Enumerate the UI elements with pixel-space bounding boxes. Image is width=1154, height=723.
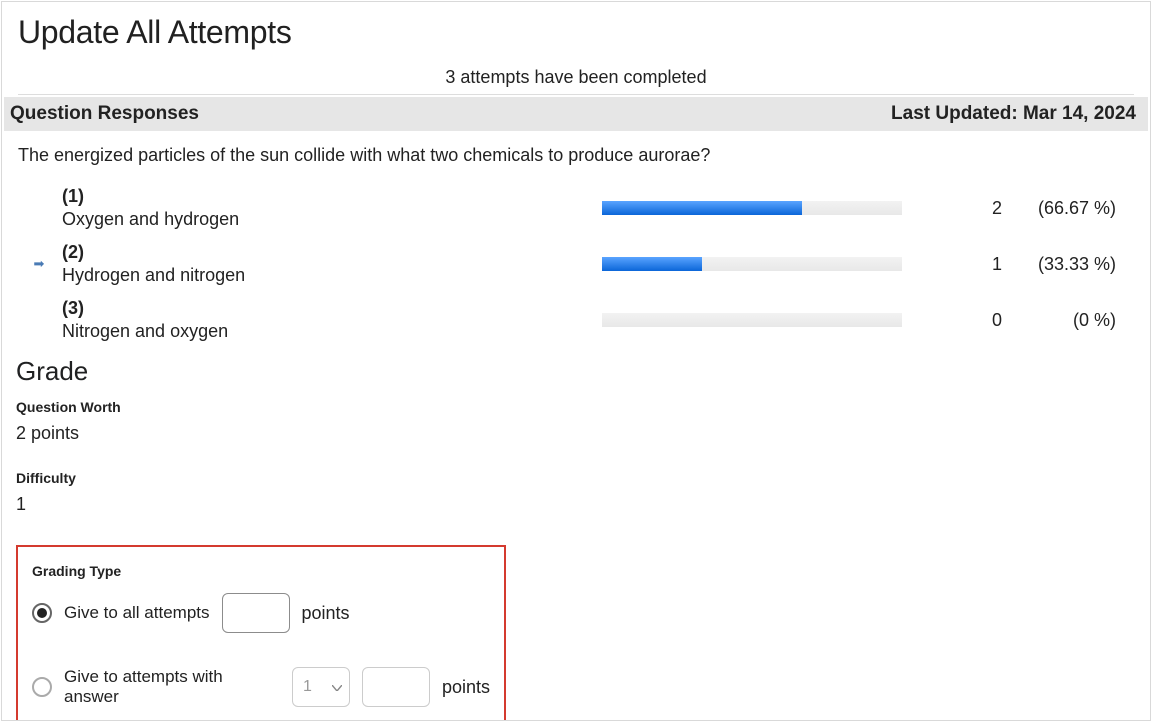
grading-type-box: Grading Type Give to all attempts points…: [16, 545, 506, 721]
response-bar: [602, 313, 922, 327]
question-responses-header: Question Responses Last Updated: Mar 14,…: [4, 97, 1148, 131]
response-number: (1): [62, 186, 592, 207]
arrow-right-icon: ➡: [34, 256, 45, 272]
bar-fill: [602, 257, 702, 271]
bar-track: [602, 313, 902, 327]
difficulty-value: 1: [16, 494, 1136, 541]
bar-track: [602, 201, 902, 215]
response-row: (3) Nitrogen and oxygen 0 (0 %): [16, 292, 1136, 348]
points-answer-input[interactable]: [362, 667, 430, 707]
response-list: (1) Oxygen and hydrogen 2 (66.67 %) ➡ (2…: [16, 180, 1136, 352]
points-suffix: points: [442, 677, 490, 698]
radio-give-answer-label: Give to attempts with answer: [64, 667, 280, 707]
response-number: (2): [62, 242, 592, 263]
attempts-status-text: 3 attempts have been completed: [2, 59, 1150, 94]
answer-select[interactable]: 1: [292, 667, 350, 707]
response-row: ➡ (2) Hydrogen and nitrogen 1 (33.33 %): [16, 236, 1136, 292]
grade-heading: Grade: [16, 352, 1136, 399]
bar-track: [602, 257, 902, 271]
section-heading: Question Responses: [10, 103, 199, 125]
response-number: (3): [62, 298, 592, 319]
response-text: Oxygen and hydrogen: [62, 209, 592, 230]
response-bar: [602, 257, 922, 271]
response-percent: (66.67 %): [1002, 198, 1122, 219]
grading-type-label: Grading Type: [32, 563, 490, 593]
response-row: (1) Oxygen and hydrogen 2 (66.67 %): [16, 180, 1136, 236]
grading-option-all-row: Give to all attempts points: [32, 593, 490, 633]
question-worth-label: Question Worth: [16, 399, 1136, 423]
divider: [18, 94, 1134, 95]
page-container: Update All Attempts 3 attempts have been…: [1, 1, 1151, 721]
response-count: 2: [922, 198, 1002, 219]
response-indicator: ➡: [16, 256, 62, 272]
radio-give-answer[interactable]: [32, 677, 52, 697]
grading-option-answer-row: Give to attempts with answer 1 points: [32, 667, 490, 707]
answer-select-value: 1: [303, 678, 312, 696]
response-bar: [602, 201, 922, 215]
radio-give-all[interactable]: [32, 603, 52, 623]
answer-select-wrap: 1: [292, 667, 350, 707]
radio-dot-icon: [37, 608, 47, 618]
points-all-input[interactable]: [222, 593, 290, 633]
page-title: Update All Attempts: [2, 2, 1150, 59]
last-updated-label: Last Updated: Mar 14, 2024: [891, 103, 1136, 125]
question-text: The energized particles of the sun colli…: [16, 131, 1136, 180]
points-suffix: points: [302, 603, 350, 624]
response-count: 1: [922, 254, 1002, 275]
response-answer: (1) Oxygen and hydrogen: [62, 186, 602, 230]
response-percent: (33.33 %): [1002, 254, 1122, 275]
radio-give-all-label: Give to all attempts: [64, 603, 210, 623]
response-text: Hydrogen and nitrogen: [62, 265, 592, 286]
response-percent: (0 %): [1002, 310, 1122, 331]
response-answer: (2) Hydrogen and nitrogen: [62, 242, 602, 286]
response-count: 0: [922, 310, 1002, 331]
question-worth-value: 2 points: [16, 423, 1136, 470]
response-text: Nitrogen and oxygen: [62, 321, 592, 342]
response-answer: (3) Nitrogen and oxygen: [62, 298, 602, 342]
bar-fill: [602, 201, 802, 215]
difficulty-label: Difficulty: [16, 470, 1136, 494]
